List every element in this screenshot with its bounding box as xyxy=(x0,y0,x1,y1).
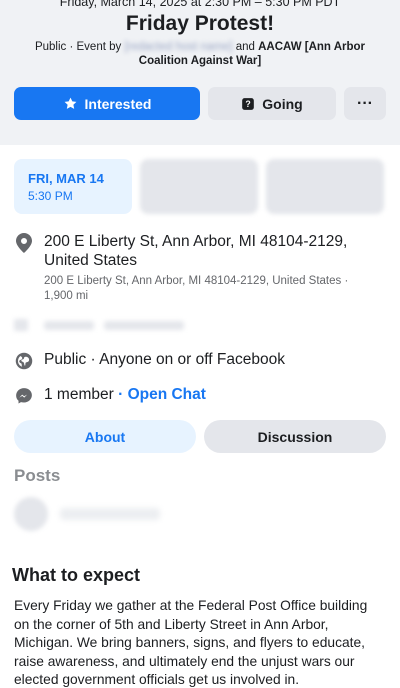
open-chat-link[interactable]: Open Chat xyxy=(128,386,206,403)
date-chip-redacted[interactable] xyxy=(140,159,258,214)
date-chip-time: 5:30 PM xyxy=(28,189,73,203)
redacted-attendance-row xyxy=(14,316,194,334)
date-chip-selected[interactable]: FRI, MAR 14 5:30 PM xyxy=(14,159,132,214)
event-address[interactable]: 200 E Liberty St, Ann Arbor, MI 48104-21… xyxy=(44,232,374,270)
about-heading: What to expect xyxy=(12,565,141,585)
going-button[interactable]: ? Going xyxy=(208,87,336,120)
hosts-and: and xyxy=(235,41,255,53)
question-icon: ? xyxy=(241,97,255,111)
map-pin-icon xyxy=(14,233,34,253)
chat-separator: · xyxy=(113,386,128,403)
hosts-prefix: Public · Event by xyxy=(34,41,122,53)
date-chip-redacted[interactable] xyxy=(266,159,384,214)
posts-heading: Posts xyxy=(14,466,61,485)
globe-icon xyxy=(14,351,34,371)
interested-button[interactable]: Interested xyxy=(14,87,200,120)
more-options-button[interactable]: ··· xyxy=(344,87,386,120)
star-icon xyxy=(63,96,78,111)
event-header: Friday, March 14, 2025 at 2:30 PM – 5:30… xyxy=(0,0,400,145)
avatar xyxy=(14,497,48,531)
member-count: 1 member xyxy=(44,386,114,403)
event-address-detail: 200 E Liberty St, Ann Arbor, MI 48104-21… xyxy=(44,275,349,302)
event-hosts: Public · Event by [redacted host name] a… xyxy=(14,40,386,68)
tab-discussion[interactable]: Discussion xyxy=(204,420,386,453)
about-description: Every Friday we gather at the Federal Po… xyxy=(14,598,368,687)
redacted-post-preview xyxy=(60,508,160,520)
page-title: Friday Protest! xyxy=(125,12,275,35)
svg-text:?: ? xyxy=(246,99,251,109)
date-chip-day: FRI, MAR 14 xyxy=(28,171,104,186)
hosts-redacted: [redacted host name] xyxy=(124,41,233,53)
tab-about[interactable]: About xyxy=(14,420,196,453)
interested-label: Interested xyxy=(84,95,152,112)
chat-row: 1 member · Open Chat xyxy=(44,386,206,404)
event-datetime: Friday, March 14, 2025 at 2:30 PM – 5:30… xyxy=(59,0,341,9)
event-privacy: Public · Anyone on or off Facebook xyxy=(44,351,285,368)
going-label: Going xyxy=(262,95,303,112)
messenger-icon xyxy=(14,386,34,406)
